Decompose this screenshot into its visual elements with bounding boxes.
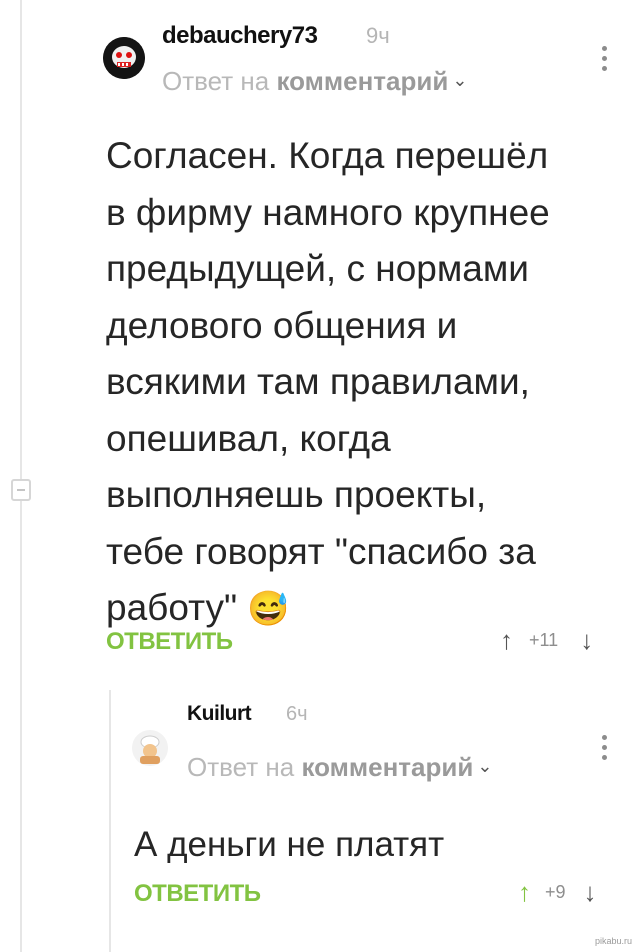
username[interactable]: debauchery73	[162, 22, 318, 50]
upvote-icon[interactable]: ↑	[518, 877, 531, 908]
reply-prefix: Ответ на	[187, 752, 295, 782]
downvote-icon[interactable]: ↓	[584, 877, 597, 908]
sweat-smile-emoji-icon: 😅	[247, 590, 290, 628]
text-line: Согласен. Когда перешёл	[106, 135, 549, 176]
chef-avatar-icon	[132, 730, 168, 766]
comment-2: Kuilurt 6ч Ответ на комментарий ⌄ А деньг…	[0, 690, 640, 952]
user-avatar[interactable]	[132, 730, 168, 766]
vote-controls: ↑ +9 ↓	[518, 877, 597, 908]
chevron-down-icon: ⌄	[477, 756, 493, 776]
text-line: опешивал, когда	[106, 417, 391, 459]
username[interactable]: Kuilurt	[187, 702, 252, 726]
rating-count: +9	[545, 882, 566, 902]
downvote-icon[interactable]: ↓	[580, 625, 593, 656]
chevron-down-icon: ⌄	[452, 70, 468, 90]
user-avatar[interactable]	[103, 37, 145, 79]
text-line: в фирму намного крупнее	[106, 191, 550, 233]
text-line: тебе говорят "спасибо за	[106, 530, 536, 572]
reply-button[interactable]: ОТВЕТИТЬ	[106, 628, 233, 656]
comment-text: А деньги не платят	[134, 823, 444, 867]
watermark: pikabu.ru	[594, 936, 632, 946]
text-line: предыдущей, с нормами	[106, 248, 529, 289]
rating-count: +11	[529, 630, 559, 650]
upvote-icon[interactable]: ↑	[500, 625, 513, 656]
text-line: делового общения и	[106, 304, 458, 346]
text-line-content: работу"	[106, 587, 238, 628]
more-options-icon[interactable]	[601, 735, 607, 760]
timestamp: 9ч	[366, 23, 390, 48]
vote-controls: ↑ +11 ↓	[500, 625, 593, 656]
reply-target: комментарий	[276, 66, 449, 96]
text-line: А деньги не платят	[134, 825, 445, 864]
reply-target: комментарий	[301, 752, 474, 782]
reply-button[interactable]: ОТВЕТИТЬ	[134, 880, 261, 908]
reply-to-link[interactable]: Ответ на комментарий ⌄	[187, 752, 492, 783]
text-line: всякими там правилами,	[106, 361, 530, 402]
text-line: выполняешь проекты,	[106, 474, 487, 515]
skull-avatar-icon	[103, 37, 145, 79]
more-options-icon[interactable]	[601, 46, 607, 71]
reply-prefix: Ответ на	[162, 66, 270, 96]
comment-text: Согласен. Когда перешёл в фирму намного …	[106, 128, 626, 638]
comment-1: debauchery73 9ч Ответ на комментарий ⌄ Со…	[0, 0, 640, 680]
timestamp: 6ч	[286, 703, 308, 725]
reply-to-link[interactable]: Ответ на комментарий ⌄	[162, 66, 467, 97]
